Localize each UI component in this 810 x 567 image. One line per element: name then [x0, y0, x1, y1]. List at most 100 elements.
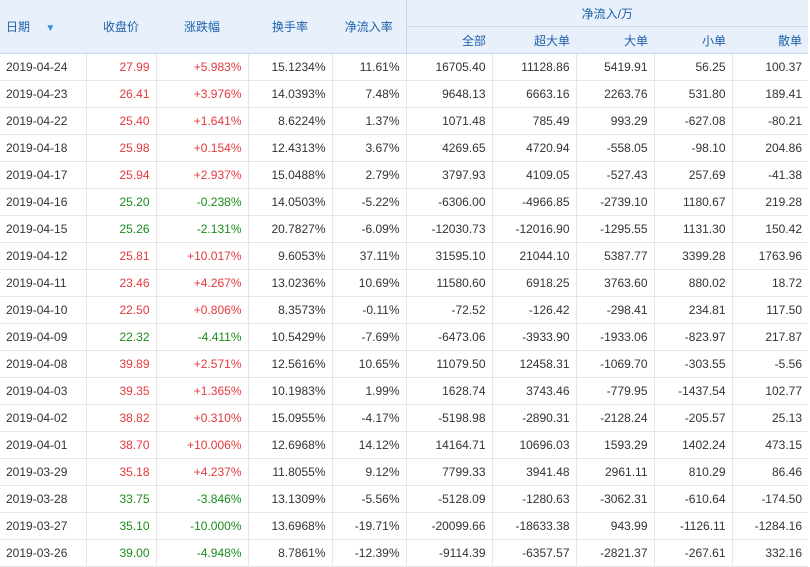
header-net-inflow-rate[interactable]: 净流入率	[332, 0, 406, 54]
cell-change-pct: -0.238%	[156, 188, 249, 216]
cell-small: -610.64	[654, 485, 733, 513]
cell-close: 33.75	[86, 485, 157, 513]
cell-large: 2961.11	[576, 458, 655, 486]
header-date-label: 日期	[6, 20, 31, 34]
cell-turnover: 10.1983%	[248, 377, 333, 405]
table-row[interactable]: 2019-04-24 27.99 +5.983% 15.1234% 11.61% 1670…	[0, 53, 809, 81]
table-row[interactable]: 2019-04-08 39.89 +2.571% 12.5616% 10.65% 1107…	[0, 350, 809, 378]
cell-super-large: -126.42	[492, 296, 577, 324]
cell-retail: 102.77	[732, 377, 809, 405]
table-header: 日期 ▼ 收盘价 涨跌幅 换手率 净流入率 净流入/万 全部 超大单 大单 小单…	[0, 0, 809, 54]
header-change-pct[interactable]: 涨跌幅	[156, 0, 248, 54]
cell-close: 25.94	[86, 161, 157, 189]
header-turnover[interactable]: 换手率	[248, 0, 332, 54]
cell-retail: -80.21	[732, 107, 809, 135]
fund-flow-table: 日期 ▼ 收盘价 涨跌幅 换手率 净流入率 净流入/万 全部 超大单 大单 小单…	[0, 0, 809, 567]
cell-small: 531.80	[654, 80, 733, 108]
cell-super-large: -6357.57	[492, 539, 577, 567]
cell-total: 7799.33	[406, 458, 493, 486]
cell-close: 35.18	[86, 458, 157, 486]
table-row[interactable]: 2019-04-01 38.70 +10.006% 12.6968% 14.12% 141…	[0, 431, 809, 459]
cell-super-large: 21044.10	[492, 242, 577, 270]
cell-total: 9648.13	[406, 80, 493, 108]
table-row[interactable]: 2019-04-18 25.98 +0.154% 12.4313% 3.67% 4269.…	[0, 134, 809, 162]
cell-total: -6473.06	[406, 323, 493, 351]
cell-turnover: 9.6053%	[248, 242, 333, 270]
cell-super-large: 3743.46	[492, 377, 577, 405]
cell-net-inflow-rate: -5.22%	[332, 188, 407, 216]
cell-net-inflow-rate: -6.09%	[332, 215, 407, 243]
cell-super-large: 11128.86	[492, 53, 577, 81]
table-row[interactable]: 2019-04-10 22.50 +0.806% 8.3573% -0.11% -72.5…	[0, 296, 809, 324]
cell-small: -1437.54	[654, 377, 733, 405]
cell-super-large: -4966.85	[492, 188, 577, 216]
header-small[interactable]: 小单	[654, 26, 732, 54]
table-row[interactable]: 2019-04-09 22.32 -4.411% 10.5429% -7.69% -647…	[0, 323, 809, 351]
cell-close: 25.26	[86, 215, 157, 243]
cell-close: 39.00	[86, 539, 157, 567]
cell-large: 3763.60	[576, 269, 655, 297]
cell-close: 25.81	[86, 242, 157, 270]
cell-date: 2019-04-02	[0, 404, 87, 432]
cell-net-inflow-rate: -4.17%	[332, 404, 407, 432]
table-row[interactable]: 2019-04-22 25.40 +1.641% 8.6224% 1.37% 1071.4…	[0, 107, 809, 135]
cell-change-pct: +10.006%	[156, 431, 249, 459]
cell-change-pct: +1.365%	[156, 377, 249, 405]
cell-turnover: 20.7827%	[248, 215, 333, 243]
cell-small: -303.55	[654, 350, 733, 378]
cell-close: 38.70	[86, 431, 157, 459]
cell-large: -779.95	[576, 377, 655, 405]
table-row[interactable]: 2019-04-15 25.26 -2.131% 20.7827% -6.09% -120…	[0, 215, 809, 243]
cell-net-inflow-rate: 1.37%	[332, 107, 407, 135]
table-body: 2019-04-24 27.99 +5.983% 15.1234% 11.61% 1670…	[0, 53, 809, 567]
header-net-inflow-group: 净流入/万	[405, 0, 809, 27]
table-row[interactable]: 2019-04-12 25.81 +10.017% 9.6053% 37.11% 3159…	[0, 242, 809, 270]
table-row[interactable]: 2019-04-23 26.41 +3.976% 14.0393% 7.48% 9648.…	[0, 80, 809, 108]
table-row[interactable]: 2019-04-17 25.94 +2.937% 15.0488% 2.79% 3797.…	[0, 161, 809, 189]
cell-date: 2019-04-23	[0, 80, 87, 108]
cell-retail: 86.46	[732, 458, 809, 486]
cell-change-pct: +3.976%	[156, 80, 249, 108]
table-row[interactable]: 2019-04-11 23.46 +4.267% 13.0236% 10.69% 1158…	[0, 269, 809, 297]
cell-net-inflow-rate: -7.69%	[332, 323, 407, 351]
table-row[interactable]: 2019-03-27 35.10 -10.000% 13.6968% -19.71% -2…	[0, 512, 809, 540]
cell-date: 2019-04-03	[0, 377, 87, 405]
cell-total: -9114.39	[406, 539, 493, 567]
cell-net-inflow-rate: -0.11%	[332, 296, 407, 324]
table-row[interactable]: 2019-04-02 38.82 +0.310% 15.0955% -4.17% -519…	[0, 404, 809, 432]
cell-retail: 25.13	[732, 404, 809, 432]
header-date[interactable]: 日期 ▼	[0, 0, 86, 54]
header-close[interactable]: 收盘价	[86, 0, 156, 54]
header-super-large[interactable]: 超大单	[492, 26, 576, 54]
table-row[interactable]: 2019-03-29 35.18 +4.237% 11.8055% 9.12% 7799.…	[0, 458, 809, 486]
cell-small: -627.08	[654, 107, 733, 135]
cell-net-inflow-rate: -5.56%	[332, 485, 407, 513]
cell-retail: -41.38	[732, 161, 809, 189]
cell-super-large: -3933.90	[492, 323, 577, 351]
cell-retail: 150.42	[732, 215, 809, 243]
table-row[interactable]: 2019-04-03 39.35 +1.365% 10.1983% 1.99% 1628.…	[0, 377, 809, 405]
cell-total: 3797.93	[406, 161, 493, 189]
cell-small: -267.61	[654, 539, 733, 567]
cell-turnover: 13.0236%	[248, 269, 333, 297]
table-row[interactable]: 2019-03-28 33.75 -3.846% 13.1309% -5.56% -512…	[0, 485, 809, 513]
header-large[interactable]: 大单	[576, 26, 654, 54]
cell-large: -3062.31	[576, 485, 655, 513]
cell-turnover: 12.6968%	[248, 431, 333, 459]
table-row[interactable]: 2019-04-16 25.20 -0.238% 14.0503% -5.22% -630…	[0, 188, 809, 216]
header-total[interactable]: 全部	[405, 26, 492, 54]
cell-small: 1180.67	[654, 188, 733, 216]
cell-small: 1131.30	[654, 215, 733, 243]
table-row[interactable]: 2019-03-26 39.00 -4.948% 8.7861% -12.39% -911…	[0, 539, 809, 567]
cell-super-large: 6663.16	[492, 80, 577, 108]
cell-retail: 219.28	[732, 188, 809, 216]
cell-turnover: 13.6968%	[248, 512, 333, 540]
sort-down-arrow-icon[interactable]: ▼	[45, 23, 55, 34]
cell-small: 257.69	[654, 161, 733, 189]
cell-date: 2019-04-11	[0, 269, 87, 297]
cell-large: -558.05	[576, 134, 655, 162]
cell-date: 2019-04-12	[0, 242, 87, 270]
cell-super-large: -12016.90	[492, 215, 577, 243]
header-retail[interactable]: 散单	[732, 26, 809, 54]
cell-close: 22.32	[86, 323, 157, 351]
